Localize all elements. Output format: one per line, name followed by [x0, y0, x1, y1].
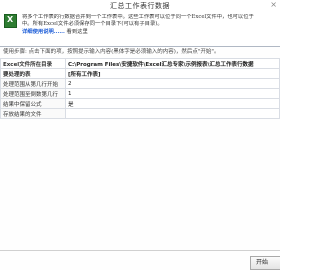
start-button[interactable]: 开始	[250, 256, 280, 270]
settings-row[interactable]: 要处理的表 [所有工作表]	[0, 68, 280, 79]
setting-value[interactable]: C:\Program Files\安捷软件\Excel汇总专家\示例报表\汇总工…	[65, 58, 280, 69]
help-link[interactable]: 详细使用说明......	[22, 29, 65, 35]
settings-row[interactable]: 结果中保留公式是	[0, 98, 280, 109]
setting-label: Excel文件所在目录	[0, 58, 66, 69]
description-line-3: 详细使用说明...... 看到这里	[22, 29, 277, 36]
settings-row[interactable]: 存放结果的文件	[0, 108, 280, 119]
description-text: 将多个工作表的行数据合并到一个工作表中。这些工作表可以位于同一个Excel文件中…	[22, 14, 277, 36]
setting-label: 处理范围从第几行开始	[0, 78, 66, 89]
settings-row[interactable]: Excel文件所在目录 C:\Program Files\安捷软件\Excel汇总…	[0, 58, 280, 69]
settings-row[interactable]: 处理范围从第几行开始 2	[0, 78, 280, 89]
window-title: 汇总工作表行数据	[110, 2, 170, 10]
settings-grid: Excel文件所在目录 C:\Program Files\安捷软件\Excel汇总…	[0, 58, 280, 119]
description-line-2: 中。所有Excel文件必须保存同一个目录下(可以有子目录)。	[22, 21, 163, 28]
header-divider	[0, 46, 280, 47]
description-header: 将多个工作表的行数据合并到一个工作表中。这些工作表可以位于同一个Excel文件中…	[0, 12, 280, 46]
setting-value[interactable]: [所有工作表]	[65, 68, 280, 79]
help-link-suffix: 看到这里	[66, 28, 88, 35]
setting-label: 结果中保留公式	[0, 98, 66, 109]
setting-label: 存放结果的文件	[0, 108, 66, 119]
title-bar: 汇总工作表行数据 ×	[0, 0, 280, 12]
usage-instructions: 使用步骤: 点击下面的项，按照提示输入内容(黑体字是必须输入的内容)，然后点"开…	[3, 49, 220, 55]
setting-value[interactable]	[65, 108, 280, 119]
setting-value[interactable]: 1	[65, 88, 280, 99]
setting-label: 要处理的表	[0, 68, 66, 79]
excel-icon	[4, 14, 17, 28]
main-dialog: 汇总工作表行数据 × 将多个工作表的行数据合并到一个工作表中。这些工作表可以位于…	[0, 0, 280, 270]
footer-divider	[0, 250, 280, 251]
setting-label: 处理范围至倒数第几行	[0, 88, 66, 99]
settings-row[interactable]: 处理范围至倒数第几行 1	[0, 88, 280, 99]
setting-value[interactable]: 2	[65, 78, 280, 89]
close-icon[interactable]: ×	[270, 1, 277, 9]
setting-value[interactable]: 是	[65, 98, 280, 109]
